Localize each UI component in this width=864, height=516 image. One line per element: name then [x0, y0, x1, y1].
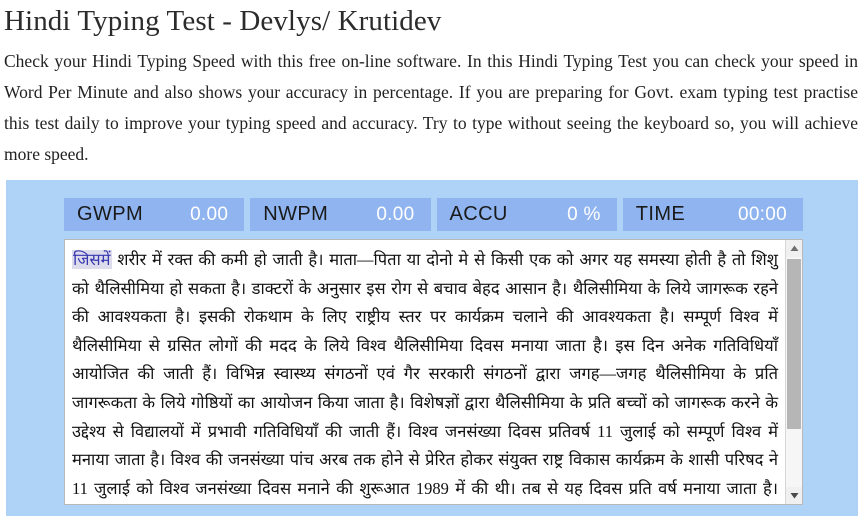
scrollbar-track[interactable] [786, 257, 802, 487]
stat-label-time: TIME [635, 203, 686, 225]
typing-test-panel: GWPM 0.00 NWPM 0.00 ACCU 0 % TIME 00:00 … [6, 180, 858, 516]
scrollbar-thumb[interactable] [787, 259, 801, 430]
typing-test-page: Hindi Typing Test - Devlys/ Krutidev Che… [0, 0, 864, 516]
scroll-up-arrow-icon[interactable] [786, 240, 802, 257]
stat-label-gwpm: GWPM [77, 203, 144, 225]
stat-value-nwpm: 0.00 [376, 203, 415, 225]
stat-value-accu: 0 % [567, 203, 601, 225]
intro-paragraph: Check your Hindi Typing Speed with this … [4, 51, 858, 164]
passage-text-area[interactable]: जिसमें शरीर में रक्त की कमी हो जाती है। … [65, 240, 785, 504]
passage-scrollbar[interactable] [785, 240, 802, 504]
current-word-highlight: जिसमें [72, 250, 112, 269]
passage-panel: जिसमें शरीर में रक्त की कमी हो जाती है। … [64, 239, 803, 505]
scroll-down-arrow-icon[interactable] [786, 487, 802, 504]
stats-row: GWPM 0.00 NWPM 0.00 ACCU 0 % TIME 00:00 [6, 198, 858, 231]
stat-time: TIME 00:00 [622, 198, 803, 231]
passage-text: जिसमें शरीर में रक्त की कमी हो जाती है। … [72, 246, 778, 504]
stat-label-nwpm: NWPM [263, 203, 329, 225]
stat-value-gwpm: 0.00 [190, 203, 229, 225]
stat-gross-wpm: GWPM 0.00 [64, 198, 245, 231]
stat-accuracy: ACCU 0 % [436, 198, 617, 231]
stat-label-accu: ACCU [449, 203, 508, 225]
page-title: Hindi Typing Test - Devlys/ Krutidev [4, 5, 442, 37]
stat-value-time: 00:00 [737, 203, 787, 225]
passage-remaining-text: शरीर में रक्त की कमी हो जाती है। माता—पि… [72, 250, 778, 498]
stat-net-wpm: NWPM 0.00 [250, 198, 431, 231]
